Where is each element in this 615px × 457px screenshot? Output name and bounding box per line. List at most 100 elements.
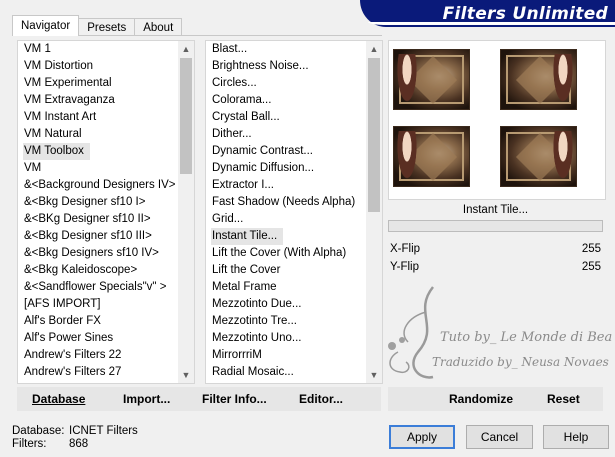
- category-item-label: &<BKg Designer sf10 II>: [24, 213, 151, 225]
- filter-item[interactable]: Mezzotinto Tre...: [206, 313, 366, 330]
- tab-navigator[interactable]: Navigator: [12, 15, 80, 36]
- category-listbox[interactable]: VM 1 VM Distortion VM Experimental VM Extra…: [17, 40, 195, 384]
- filter-item-label: Instant Tile...: [211, 228, 284, 245]
- help-button[interactable]: Help: [543, 425, 609, 449]
- category-item[interactable]: VM Experimental: [18, 75, 178, 92]
- filter-item[interactable]: Dynamic Contrast...: [206, 143, 366, 160]
- filter-item-label: Dynamic Contrast...: [212, 145, 313, 157]
- database-value: ICNET Filters: [69, 425, 138, 437]
- filter-item[interactable]: Mezzotinto Due...: [206, 296, 366, 313]
- param-label: Y-Flip: [390, 261, 419, 273]
- apply-button[interactable]: Apply: [389, 425, 455, 449]
- filter-item[interactable]: Grid...: [206, 211, 366, 228]
- preview-tile: [393, 126, 470, 187]
- param-x-flip[interactable]: X-Flip 255: [390, 241, 602, 258]
- filter-item[interactable]: Blast...: [206, 41, 366, 58]
- filter-item-label: Fast Shadow (Needs Alpha): [212, 196, 356, 208]
- filters-count: 868: [69, 438, 89, 450]
- category-item[interactable]: &<Background Designers IV>: [18, 177, 178, 194]
- filter-item[interactable]: Circles...: [206, 75, 366, 92]
- category-item-label: VM: [24, 162, 42, 174]
- filters-count-info: Filters: 868: [12, 438, 88, 450]
- category-item[interactable]: &<BKg Designer sf10 II>: [18, 211, 178, 228]
- category-item-label: VM Extravaganza: [24, 94, 115, 106]
- cancel-button[interactable]: Cancel: [466, 425, 533, 449]
- filter-item-label: Crystal Ball...: [212, 111, 280, 123]
- category-item[interactable]: Alf's Border FX: [18, 313, 178, 330]
- category-item[interactable]: VM Natural: [18, 126, 178, 143]
- category-item[interactable]: VM Extravaganza: [18, 92, 178, 109]
- category-item[interactable]: &<Bkg Designers sf10 IV>: [18, 245, 178, 262]
- filter-item[interactable]: Colorama...: [206, 92, 366, 109]
- filter-item[interactable]: Radial Mosaic...: [206, 364, 366, 381]
- category-item[interactable]: VM: [18, 160, 178, 177]
- filter-item-label: Dither...: [212, 128, 252, 140]
- category-item[interactable]: VM Distortion: [18, 58, 178, 75]
- filter-item-label: Circles...: [212, 77, 257, 89]
- param-label: X-Flip: [390, 243, 421, 255]
- category-item[interactable]: VM Toolbox: [18, 143, 178, 160]
- filter-item[interactable]: Brightness Noise...: [206, 58, 366, 75]
- category-item[interactable]: &<Bkg Designer sf10 III>: [18, 228, 178, 245]
- filter-item-label: Grid...: [212, 213, 244, 225]
- category-item[interactable]: Alf's Power Sines: [18, 330, 178, 347]
- scroll-up-icon[interactable]: ▲: [366, 41, 382, 57]
- filter-list: Blast... Brightness Noise... Circles... Col…: [206, 41, 366, 381]
- filter-item[interactable]: Metal Frame: [206, 279, 366, 296]
- editor-button[interactable]: Editor...: [299, 387, 343, 411]
- filter-listbox[interactable]: Blast... Brightness Noise... Circles... Col…: [205, 40, 383, 384]
- category-item[interactable]: Andrew's Filters 22: [18, 347, 178, 364]
- filter-item[interactable]: Lift the Cover: [206, 262, 366, 279]
- category-item-label: &<Bkg Kaleidoscope>: [24, 264, 138, 276]
- category-item[interactable]: VM Instant Art: [18, 109, 178, 126]
- watermark-line-2: Traduzido by_ Neusa Novaes: [432, 355, 609, 369]
- filter-item[interactable]: Fast Shadow (Needs Alpha): [206, 194, 366, 211]
- database-label: Database:: [12, 425, 65, 437]
- category-item[interactable]: &<Bkg Kaleidoscope>: [18, 262, 178, 279]
- preview-tile: [393, 49, 470, 110]
- control-bar[interactable]: [388, 220, 603, 232]
- param-value: 255: [581, 243, 601, 255]
- tab-presets[interactable]: Presets: [78, 18, 136, 36]
- category-item-label: VM Distortion: [24, 60, 94, 72]
- filter-item-label: Lift the Cover (With Alpha): [212, 247, 347, 259]
- category-item[interactable]: &<Bkg Designer sf10 I>: [18, 194, 178, 211]
- filter-item[interactable]: Instant Tile...: [206, 228, 366, 245]
- filter-item[interactable]: MirrorrriM: [206, 347, 366, 364]
- category-item-label: &<Bkg Designers sf10 IV>: [24, 247, 159, 259]
- category-item[interactable]: Andrew's Filters 27: [18, 364, 178, 381]
- filter-item-label: Metal Frame: [212, 281, 277, 293]
- scroll-up-icon[interactable]: ▲: [178, 41, 194, 57]
- category-list: VM 1 VM Distortion VM Experimental VM Extra…: [18, 41, 178, 381]
- filter-item[interactable]: Extractor I...: [206, 177, 366, 194]
- randomize-button[interactable]: Randomize: [449, 387, 513, 411]
- filter-item-label: MirrorrriM: [212, 349, 262, 361]
- filter-item-label: Mezzotinto Due...: [212, 298, 302, 310]
- filter-item[interactable]: Lift the Cover (With Alpha): [206, 245, 366, 262]
- filter-item[interactable]: Crystal Ball...: [206, 109, 366, 126]
- reset-button[interactable]: Reset: [547, 387, 580, 411]
- param-y-flip[interactable]: Y-Flip 255: [390, 259, 602, 276]
- database-button[interactable]: Database: [32, 387, 85, 411]
- tab-bar: Navigator Presets About: [12, 15, 183, 36]
- category-item-label: VM 1: [24, 43, 51, 55]
- category-item-label: Alf's Border FX: [24, 315, 101, 327]
- tab-about[interactable]: About: [134, 18, 183, 36]
- category-item-label: Alf's Power Sines: [24, 332, 114, 344]
- scroll-thumb[interactable]: [368, 58, 380, 212]
- category-item[interactable]: VM 1: [18, 41, 178, 58]
- category-item-label: VM Instant Art: [24, 111, 97, 123]
- filter-item-label: Mezzotinto Uno...: [212, 332, 302, 344]
- scroll-down-icon[interactable]: ▼: [178, 367, 194, 383]
- category-item-label: Andrew's Filters 27: [24, 366, 122, 378]
- filter-info-button[interactable]: Filter Info...: [202, 387, 267, 411]
- category-item[interactable]: &<Sandflower Specials"v" >: [18, 279, 178, 296]
- category-scrollbar[interactable]: ▲ ▼: [178, 41, 194, 383]
- import-button[interactable]: Import...: [123, 387, 170, 411]
- scroll-thumb[interactable]: [180, 58, 192, 174]
- filter-item[interactable]: Dynamic Diffusion...: [206, 160, 366, 177]
- filter-item[interactable]: Dither...: [206, 126, 366, 143]
- filter-item[interactable]: Mezzotinto Uno...: [206, 330, 366, 347]
- category-item-label: &<Background Designers IV>: [24, 179, 176, 191]
- category-item[interactable]: [AFS IMPORT]: [18, 296, 178, 313]
